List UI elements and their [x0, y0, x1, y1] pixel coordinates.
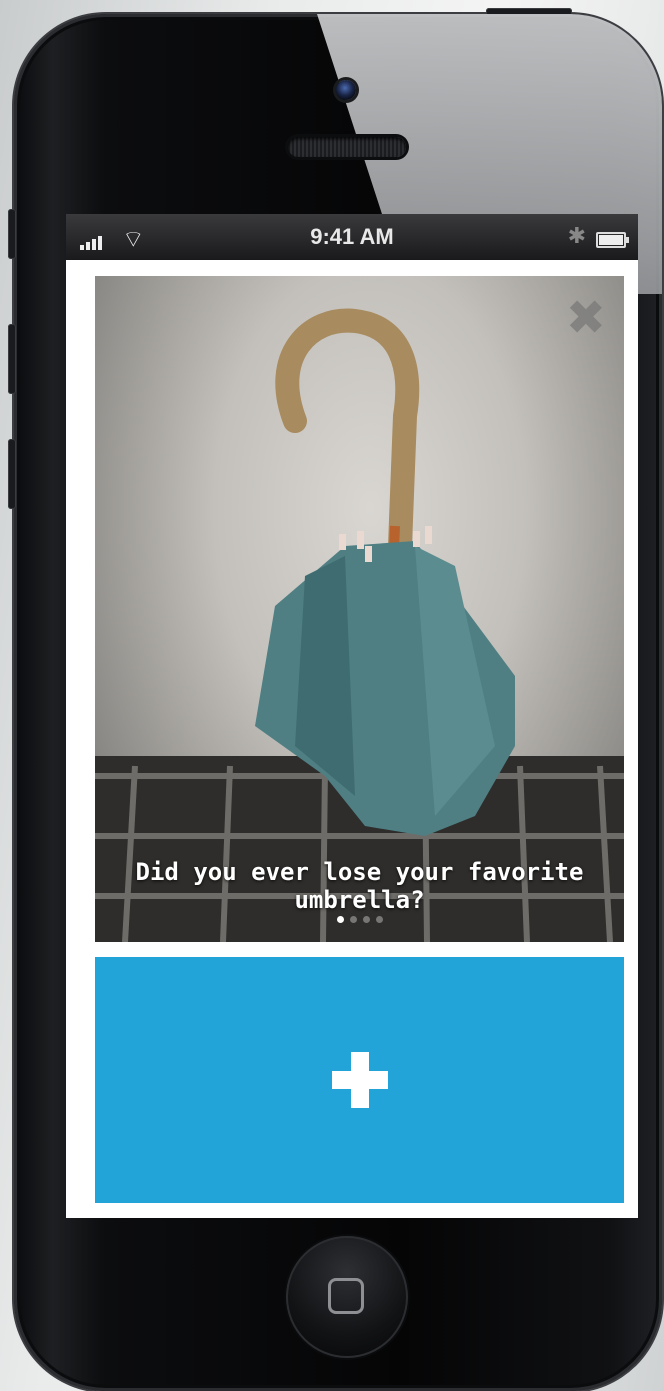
volume-up-button [8, 324, 16, 394]
screen: ⌔ 9:41 AM ✱ ✖ Did you ever lose your fav… [66, 214, 638, 1218]
mute-switch [8, 209, 16, 259]
status-time: 9:41 AM [310, 224, 394, 249]
bluetooth-icon: ✱ [567, 224, 586, 249]
phone-frame: ⌔ 9:41 AM ✱ ✖ Did you ever lose your fav… [8, 8, 662, 1391]
close-icon[interactable]: ✖ [566, 294, 606, 342]
home-button[interactable] [286, 1236, 408, 1358]
page-dot[interactable] [362, 916, 370, 923]
umbrella-photo [95, 308, 624, 942]
volume-down-button [8, 439, 16, 509]
plus-icon [331, 1052, 388, 1108]
page-dot[interactable] [336, 916, 344, 923]
earpiece-speaker [288, 137, 406, 157]
power-button [486, 8, 572, 16]
add-button[interactable] [95, 957, 624, 1203]
status-bar: ⌔ 9:41 AM ✱ [66, 214, 638, 260]
umbrella-photo-card[interactable]: ✖ Did you ever lose your favorite umbrel… [95, 276, 624, 942]
page-indicator[interactable] [95, 916, 624, 923]
battery-icon [596, 232, 629, 248]
page-dot[interactable] [375, 916, 383, 923]
front-camera [336, 80, 356, 100]
card-caption: Did you ever lose your favorite umbrella… [135, 858, 584, 914]
page-dot[interactable] [349, 916, 357, 923]
